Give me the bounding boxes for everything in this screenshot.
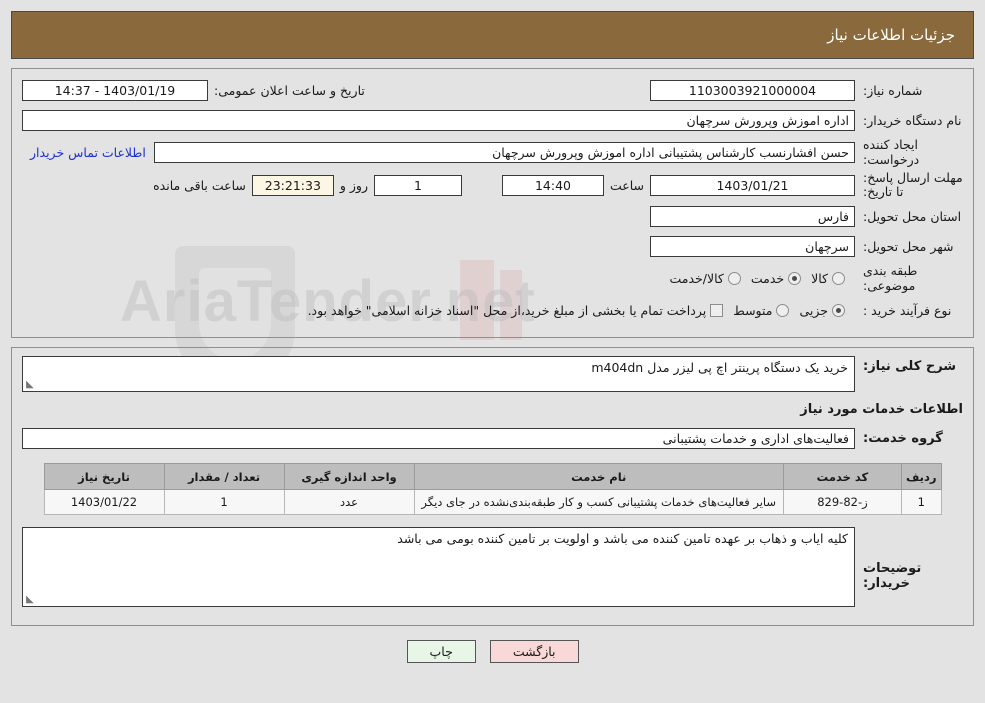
city-field: سرچهان [650, 235, 855, 257]
need-number-label: شماره نیاز: [863, 82, 923, 98]
th-name: نام خدمت [413, 463, 784, 490]
remaining-label: ساعت باقی مانده [153, 177, 246, 193]
page-title: جزئیات اطلاعات نیاز [11, 11, 974, 59]
deadline-time-field: 14:40 [501, 174, 604, 196]
buyer-notes-textarea[interactable]: کلیه ایاب و ذهاب بر عهده تامین کننده می … [22, 527, 855, 607]
checkbox-treasury-documents[interactable] [710, 303, 724, 317]
treasury-note-label: پرداخت تمام یا بخشی از مبلغ خرید،از محل … [307, 302, 707, 318]
announce-datetime-field: 1403/01/19 - 14:37 [22, 79, 208, 101]
days-remaining-field: 1 [373, 174, 462, 196]
service-items-table: ردیف کد خدمت نام خدمت واحد اندازه گیری ت… [43, 463, 942, 515]
countdown-field: 23:21:33 [251, 174, 334, 196]
radio-process-medium-label: متوسط [733, 302, 773, 318]
creator-label: ایجاد کننده درخواست: [863, 137, 920, 167]
row-deadline: مهلت ارسال پاسخ: تا تاریخ: 1403/01/21 سا… [22, 171, 963, 199]
process-label: نوع فرآیند خرید : [863, 302, 952, 318]
row-summary: شرح کلی نیاز: خرید یک دستگاه پرینتر اچ پ… [22, 356, 963, 392]
row-process: نوع فرآیند خرید : جزیی متوسط پرداخت تمام… [22, 297, 963, 323]
th-code: کد خدمت [782, 463, 902, 490]
footer-button-bar: بازگشت چاپ [0, 640, 985, 663]
th-qty: تعداد / مقدار [163, 463, 285, 490]
cell-index: 1 [900, 489, 942, 515]
service-group-field: فعالیت‌های اداری و خدمات پشتیبانی [22, 427, 855, 449]
buyer-notes-text: کلیه ایاب و ذهاب بر عهده تامین کننده می … [397, 531, 848, 546]
th-index: ردیف [900, 463, 942, 490]
row-buyer-notes: توضیحات خریدار: کلیه ایاب و ذهاب بر عهده… [22, 527, 963, 607]
row-service-group: گروه خدمت: فعالیت‌های اداری و خدمات پشتی… [22, 425, 963, 451]
city-label: شهر محل تحویل: [863, 238, 954, 254]
radio-category-goods-service[interactable] [727, 271, 741, 285]
th-unit: واحد اندازه گیری [283, 463, 415, 490]
row-creator: ایجاد کننده درخواست: حسن افشارنسب کارشنا… [22, 137, 963, 167]
buyer-notes-label: توضیحات خریدار: [863, 561, 922, 591]
table-header-row: ردیف کد خدمت نام خدمت واحد اندازه گیری ت… [43, 463, 942, 490]
cell-unit: عدد [283, 489, 415, 515]
deadline-date-field: 1403/01/21 [650, 174, 855, 196]
buyer-contact-link[interactable]: اطلاعات تماس خریدار [22, 145, 154, 160]
days-label: روز و [339, 177, 368, 193]
cell-name: سایر فعالیت‌های خدمات پشتیبانی کسب و کار… [413, 489, 784, 515]
radio-process-minor[interactable] [832, 303, 845, 317]
page-root: AriaTender.net جزئیات اطلاعات نیاز شماره… [0, 0, 985, 703]
summary-text: خرید یک دستگاه پرینتر اچ پی لیزر مدل m40… [591, 360, 848, 375]
radio-category-goods[interactable] [832, 271, 845, 285]
buyer-org-label: نام دستگاه خریدار: [863, 112, 962, 128]
radio-process-minor-label: جزیی [799, 302, 828, 318]
creator-field: حسن افشارنسب کارشناس پشتیبانی اداره اموز… [153, 141, 855, 163]
cell-qty: 1 [163, 489, 285, 515]
print-button[interactable]: چاپ [406, 640, 476, 663]
services-heading: اطلاعات خدمات مورد نیاز [800, 402, 963, 417]
row-category: طبقه بندی موضوعی: کالا خدمت کالا/خدمت [22, 263, 963, 293]
province-field: فارس [650, 205, 855, 227]
row-province: استان محل تحویل: فارس [22, 203, 963, 229]
category-label: طبقه بندی موضوعی: [863, 263, 918, 293]
th-date: تاریخ نیاز [43, 463, 165, 490]
service-group-label: گروه خدمت: [863, 430, 943, 446]
services-panel: شرح کلی نیاز: خرید یک دستگاه پرینتر اچ پ… [11, 347, 974, 626]
table-row: 1 ز-82-829 سایر فعالیت‌های خدمات پشتیبان… [43, 489, 942, 515]
radio-category-service-label: خدمت [750, 270, 785, 286]
need-number-field: 1103003921000004 [650, 79, 855, 101]
cell-date: 1403/01/22 [43, 489, 165, 515]
summary-textarea[interactable]: خرید یک دستگاه پرینتر اچ پی لیزر مدل m40… [22, 356, 855, 392]
row-need-number: شماره نیاز: 1103003921000004 تاریخ و ساع… [22, 77, 963, 103]
summary-label: شرح کلی نیاز: [863, 359, 957, 374]
deadline-label: مهلت ارسال پاسخ: تا تاریخ: [863, 170, 963, 199]
need-info-panel: شماره نیاز: 1103003921000004 تاریخ و ساع… [11, 68, 974, 338]
cell-code: ز-82-829 [782, 489, 902, 515]
row-city: شهر محل تحویل: سرچهان [22, 233, 963, 259]
buyer-org-field: اداره اموزش وپرورش سرچهان [22, 109, 855, 131]
back-button[interactable]: بازگشت [489, 640, 579, 663]
radio-category-service[interactable] [788, 271, 802, 285]
radio-category-goods-label: کالا [811, 270, 828, 286]
hour-label: ساعت [609, 177, 644, 193]
province-label: استان محل تحویل: [863, 208, 962, 224]
radio-process-medium[interactable] [776, 303, 790, 317]
resize-grip-icon[interactable]: ◢ [26, 379, 34, 390]
radio-category-goods-service-label: کالا/خدمت [669, 270, 724, 286]
page-title-text: جزئیات اطلاعات نیاز [827, 26, 955, 44]
announce-label: تاریخ و ساعت اعلان عمومی: [214, 82, 365, 98]
row-buyer-org: نام دستگاه خریدار: اداره اموزش وپرورش سر… [22, 107, 963, 133]
resize-grip-icon-notes[interactable]: ◢ [26, 594, 34, 605]
